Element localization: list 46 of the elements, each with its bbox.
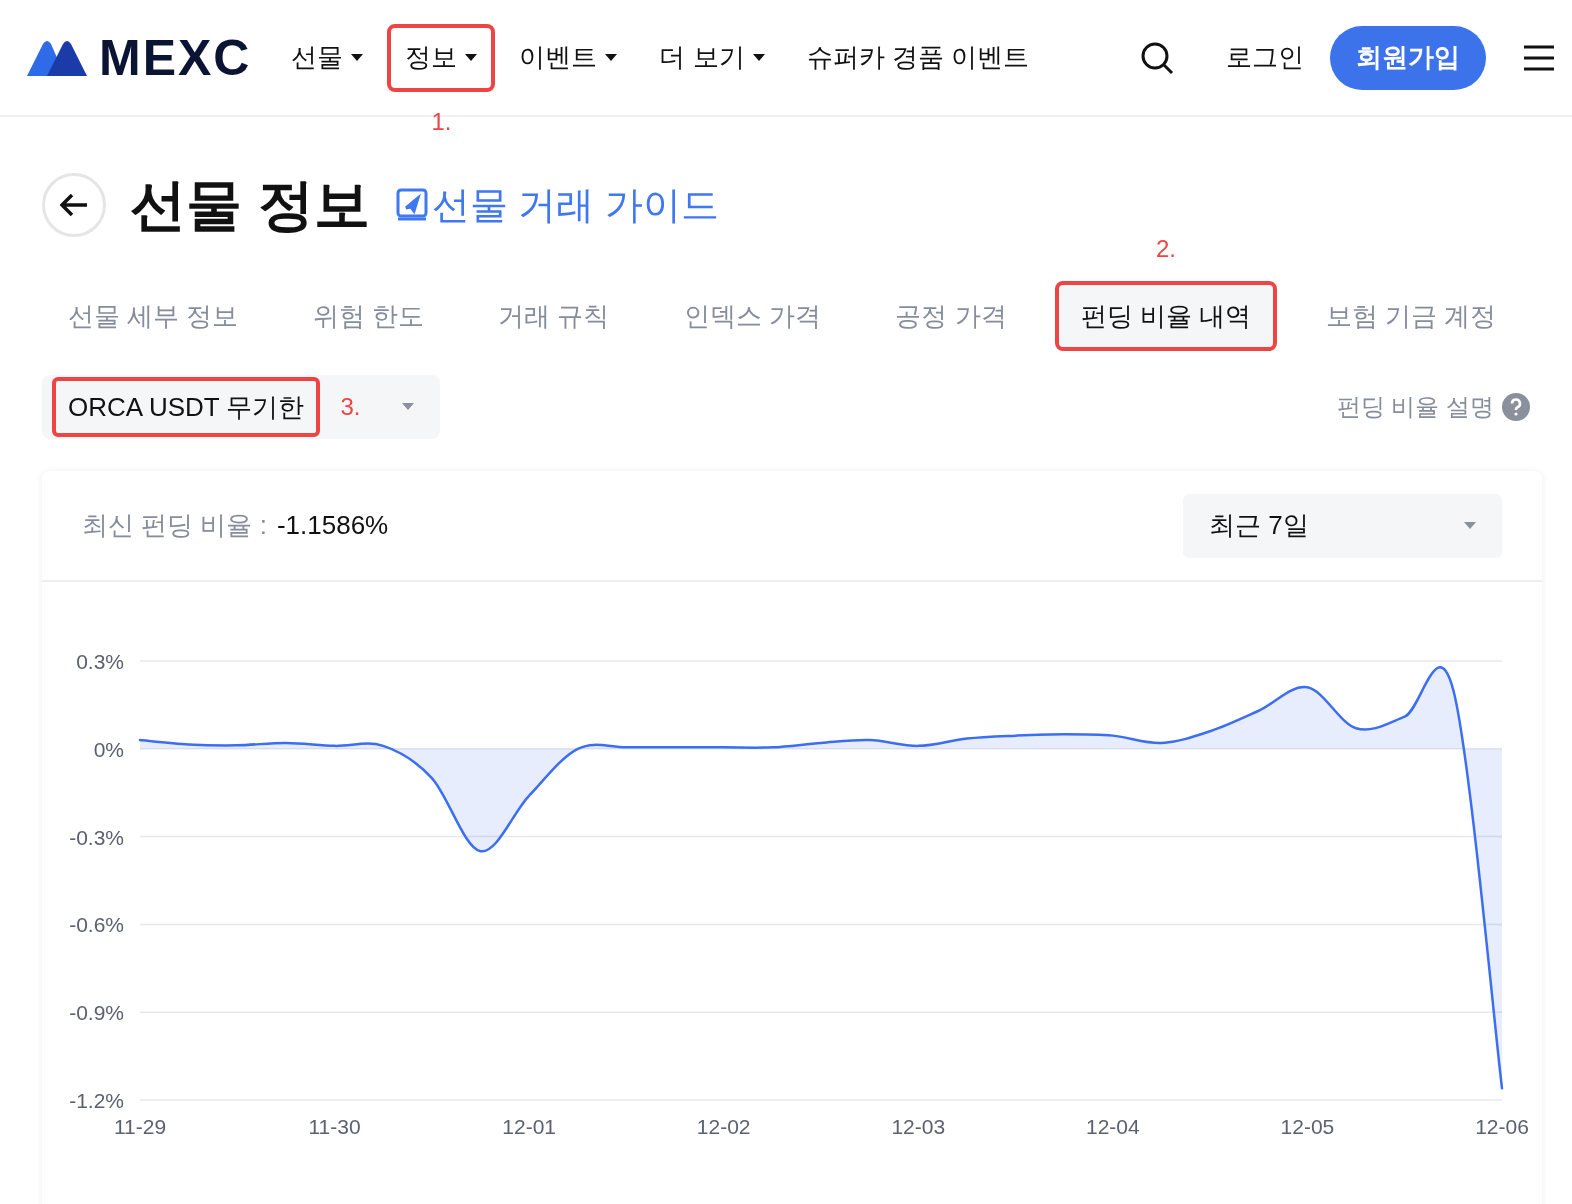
back-arrow-icon (60, 193, 88, 217)
y-axis-label: -0.9% (69, 1001, 124, 1025)
x-axis-label: 12-02 (696, 1115, 751, 1138)
search-icon[interactable] (1140, 40, 1174, 75)
y-axis-label: 0.3% (76, 650, 124, 673)
x-axis-label: 12-04 (1086, 1115, 1140, 1138)
caret-icon (605, 53, 618, 62)
x-axis-label: 12-01 (502, 1115, 556, 1138)
period-select[interactable]: 최근 7일 (1183, 493, 1502, 558)
x-axis-label: 12-06 (1475, 1115, 1529, 1138)
nav-item[interactable]: 정보 (387, 23, 496, 92)
annotation-number: 1. (431, 106, 452, 137)
nav-item[interactable]: 더 보기 (641, 23, 783, 92)
logo-text: MEXC (99, 32, 252, 83)
caret-icon (402, 403, 414, 411)
logo[interactable]: MEXC (25, 32, 252, 83)
x-axis-label: 11-29 (113, 1115, 167, 1138)
contract-select[interactable]: ORCA USDT 무기한 3. (42, 375, 440, 439)
latest-rate-label: 최신 펀딩 비율 : (82, 509, 267, 542)
nav-item[interactable]: 선물 (273, 23, 382, 92)
nav-item[interactable]: 이벤트 (501, 23, 636, 92)
caret-icon (351, 53, 364, 62)
nav-item[interactable]: 슈퍼카 경품 이벤트 (788, 23, 1048, 92)
annotation-number: 3. (340, 392, 361, 422)
annotation-number: 2. (1156, 234, 1176, 264)
guide-icon (395, 188, 428, 222)
y-axis-label: 0% (93, 737, 124, 761)
y-axis-label: -1.2% (69, 1089, 124, 1112)
tab[interactable]: 펀딩 비율 내역 (1054, 281, 1278, 351)
x-axis-label: 12-03 (891, 1115, 946, 1138)
contract-value: ORCA USDT 무기한 (52, 377, 321, 437)
signup-button[interactable]: 회원가입 (1330, 25, 1486, 90)
help-icon[interactable] (1502, 393, 1530, 421)
latest-rate-value: -1.1586% (276, 509, 389, 542)
back-button[interactable] (42, 173, 106, 237)
menu-icon[interactable] (1524, 44, 1554, 71)
login-link[interactable]: 로그인 (1226, 38, 1304, 77)
caret-icon (465, 53, 478, 62)
guide-link[interactable]: 선물 거래 가이드 (395, 176, 719, 234)
caret-icon (752, 53, 765, 62)
x-axis-label: 12-05 (1280, 1115, 1335, 1138)
y-axis-label: -0.6% (69, 913, 124, 937)
y-axis-label: -0.3% (69, 825, 124, 849)
caret-icon (1464, 521, 1476, 530)
page-title: 선물 정보 (130, 177, 370, 233)
x-axis-label: 11-30 (308, 1115, 361, 1138)
